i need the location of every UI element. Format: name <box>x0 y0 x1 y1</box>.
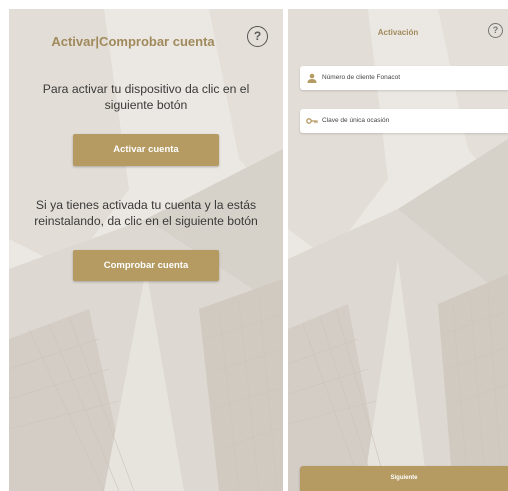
header-bar: Activación <box>288 26 508 40</box>
one-time-key-field[interactable]: Clave de única ocasión <box>300 109 508 133</box>
person-icon <box>307 73 317 83</box>
activation-screen: Activar|Comprobar cuenta ? Para activar … <box>9 9 283 491</box>
client-number-placeholder: Número de cliente Fonacot <box>322 74 401 81</box>
client-number-field[interactable]: Número de cliente Fonacot <box>300 66 508 90</box>
check-account-button[interactable]: Comprobar cuenta <box>73 250 219 281</box>
activate-account-button[interactable]: Activar cuenta <box>73 134 219 166</box>
header-bar: Activar|Comprobar cuenta <box>9 31 283 53</box>
activation-form-screen: Activación ? Número de cliente Fonacot C… <box>288 9 508 491</box>
check-instructions: Si ya tienes activada tu cuenta y la est… <box>34 198 258 228</box>
page-title: Activar|Comprobar cuenta <box>51 34 215 49</box>
key-icon <box>306 118 318 124</box>
question-mark-circle-icon[interactable]: ? <box>488 23 503 38</box>
question-mark-circle-icon[interactable]: ? <box>247 26 268 47</box>
next-button[interactable]: Siguiente <box>300 466 508 491</box>
page-title: Activación <box>377 28 419 37</box>
one-time-key-placeholder: Clave de única ocasión <box>322 117 390 124</box>
activate-instructions: Para activar tu dispositivo da clic en e… <box>42 82 250 112</box>
